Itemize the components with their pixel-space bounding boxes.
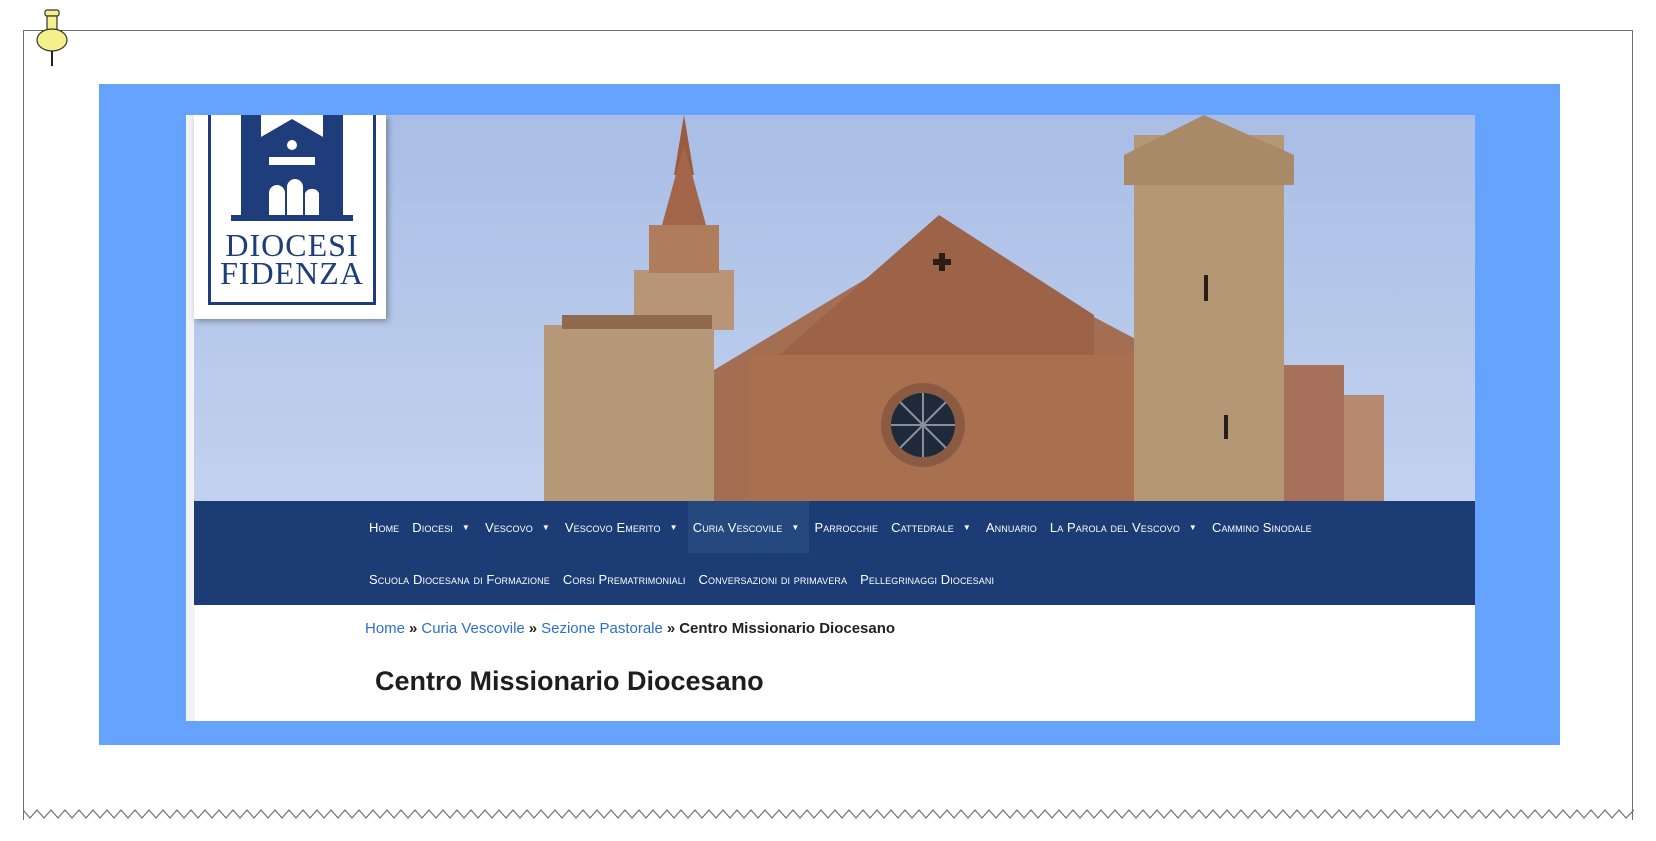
nav-item-label: Annuario (985, 519, 1037, 535)
website-viewport: DIOCESI FIDENZA Home Diocesi ▼ Vescovo ▼ Vesc… (186, 115, 1475, 721)
nav-item-diocesi[interactable]: Diocesi ▼ (407, 501, 480, 553)
main-navigation: Home Diocesi ▼ Vescovo ▼ Vescovo Emerito ▼ Curi… (194, 501, 1475, 605)
page-title: Centro Missionario Diocesano (375, 666, 764, 696)
nav-item-la-parola-del-vescovo[interactable]: La Parola del Vescovo ▼ (1045, 501, 1207, 553)
dropdown-caret-icon: ▼ (461, 522, 470, 532)
nav-item-label: Conversazioni di primavera (698, 571, 848, 587)
nav-item-parrocchie[interactable]: Parrocchie (809, 501, 886, 553)
pushpin-icon (36, 9, 68, 66)
nav-item-annuario[interactable]: Annuario (981, 501, 1045, 553)
nav-row-primary: Home Diocesi ▼ Vescovo ▼ Vescovo Emerito ▼ Curi… (364, 501, 1320, 553)
nav-item-cattedrale[interactable]: Cattedrale ▼ (886, 501, 981, 553)
dropdown-caret-icon: ▼ (1188, 522, 1197, 532)
logo-frame: DIOCESI FIDENZA (208, 115, 376, 305)
nav-item-label: Cammino Sinodale (1211, 519, 1312, 535)
breadcrumb-link-curia-vescovile[interactable]: Curia Vescovile (421, 620, 524, 637)
dropdown-caret-icon: ▼ (962, 522, 971, 532)
nav-item-home[interactable]: Home (364, 501, 407, 553)
nav-item-label: La Parola del Vescovo (1049, 519, 1180, 535)
nav-item-curia-vescovile[interactable]: Curia Vescovile ▼ (687, 501, 810, 553)
nav-item-label: Parrocchie (814, 519, 879, 535)
nav-item-vescovo[interactable]: Vescovo ▼ (480, 501, 560, 553)
nav-item-label: Corsi Prematrimoniali (562, 571, 686, 587)
nav-row-secondary: Scuola Diocesana di Formazione Corsi Prem… (364, 553, 1002, 605)
nav-item-label: Vescovo (484, 519, 533, 535)
nav-item-pellegrinaggi-diocesani[interactable]: Pellegrinaggi Diocesani (855, 553, 1002, 605)
nav-item-label: Vescovo Emerito (564, 519, 661, 535)
nav-item-label: Pellegrinaggi Diocesani (860, 571, 995, 587)
nav-item-label: Curia Vescovile (692, 519, 783, 535)
breadcrumb: Home» Curia Vescovile» Sezione Pastorale» C… (365, 620, 895, 637)
dropdown-caret-icon: ▼ (791, 522, 800, 532)
breadcrumb-separator: » (666, 620, 676, 637)
nav-item-label: Home (369, 519, 400, 535)
dropdown-caret-icon: ▼ (669, 522, 678, 532)
nav-item-corsi-prematrimoniali[interactable]: Corsi Prematrimoniali (558, 553, 694, 605)
hero-banner-image (194, 115, 1475, 501)
nav-item-label: Diocesi (412, 519, 453, 535)
torn-edge (23, 809, 1634, 819)
nav-item-conversazioni-di-primavera[interactable]: Conversazioni di primavera (693, 553, 855, 605)
nav-item-vescovo-emerito[interactable]: Vescovo Emerito ▼ (560, 501, 688, 553)
breadcrumb-link-home[interactable]: Home (365, 620, 405, 637)
nav-item-scuola-diocesana-di-formazione[interactable]: Scuola Diocesana di Formazione (364, 553, 558, 605)
nav-item-cammino-sinodale[interactable]: Cammino Sinodale (1207, 501, 1320, 553)
dropdown-caret-icon: ▼ (541, 522, 550, 532)
diocesi-logo[interactable]: DIOCESI FIDENZA (194, 115, 386, 319)
nav-item-label: Scuola Diocesana di Formazione (369, 571, 550, 587)
breadcrumb-current: Centro Missionario Diocesano (679, 620, 896, 637)
cathedral-logo-icon (231, 115, 353, 221)
breadcrumb-link-sezione-pastorale[interactable]: Sezione Pastorale (541, 620, 663, 637)
logo-line-2: FIDENZA (220, 255, 364, 291)
nav-item-label: Cattedrale (891, 519, 954, 535)
breadcrumb-separator: » (528, 620, 538, 637)
breadcrumb-separator: » (409, 620, 418, 637)
